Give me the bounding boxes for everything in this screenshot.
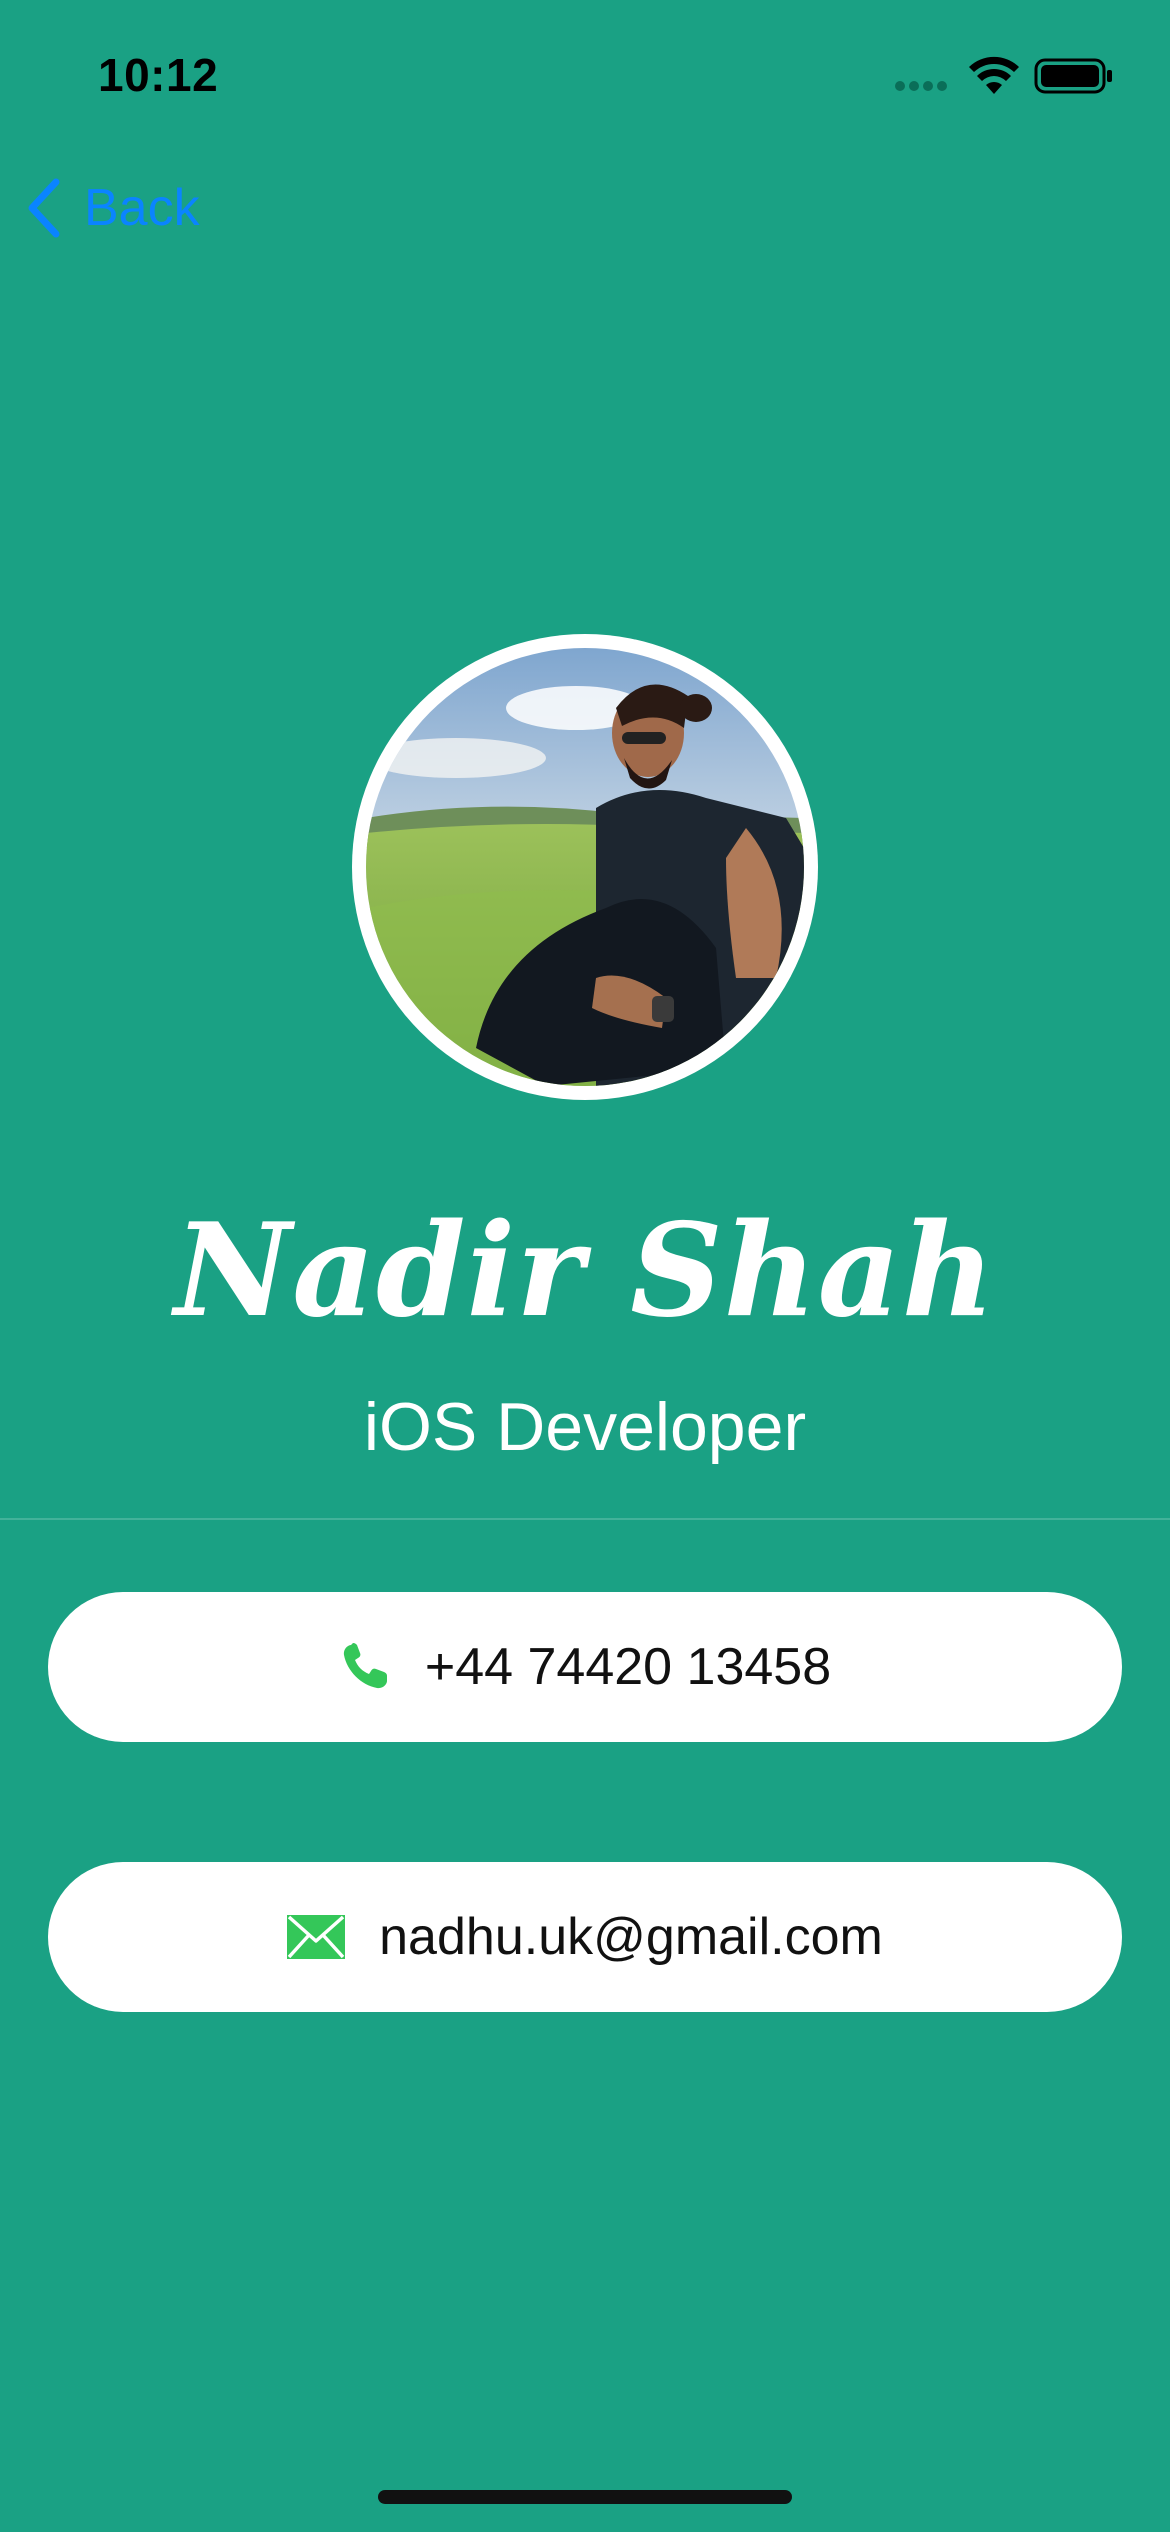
phone-button[interactable]: +44 74420 13458 xyxy=(48,1592,1122,1742)
profile-photo xyxy=(366,648,804,1086)
back-button[interactable]: Back xyxy=(24,172,200,244)
profile-title: iOS Developer xyxy=(363,1389,807,1465)
envelope-icon xyxy=(287,1915,346,1959)
divider xyxy=(0,1518,1170,1520)
wifi-icon xyxy=(969,56,1019,94)
status-time: 10:12 xyxy=(98,49,219,101)
battery-icon xyxy=(1034,58,1112,94)
avatar xyxy=(352,634,818,1100)
chevron-left-icon xyxy=(28,178,60,238)
signal-icon xyxy=(895,81,947,91)
back-label: Back xyxy=(84,179,200,237)
phone-number: +44 74420 13458 xyxy=(424,1638,832,1696)
profile-name: Nadir Shah xyxy=(174,1196,996,1346)
email-button[interactable]: nadhu.uk@gmail.com xyxy=(48,1862,1122,2012)
phone-icon xyxy=(339,1641,391,1693)
email-address: nadhu.uk@gmail.com xyxy=(379,1908,883,1966)
status-icons xyxy=(894,54,1114,96)
status-bar: 10:12 xyxy=(0,0,1170,150)
home-indicator[interactable] xyxy=(378,2490,792,2504)
